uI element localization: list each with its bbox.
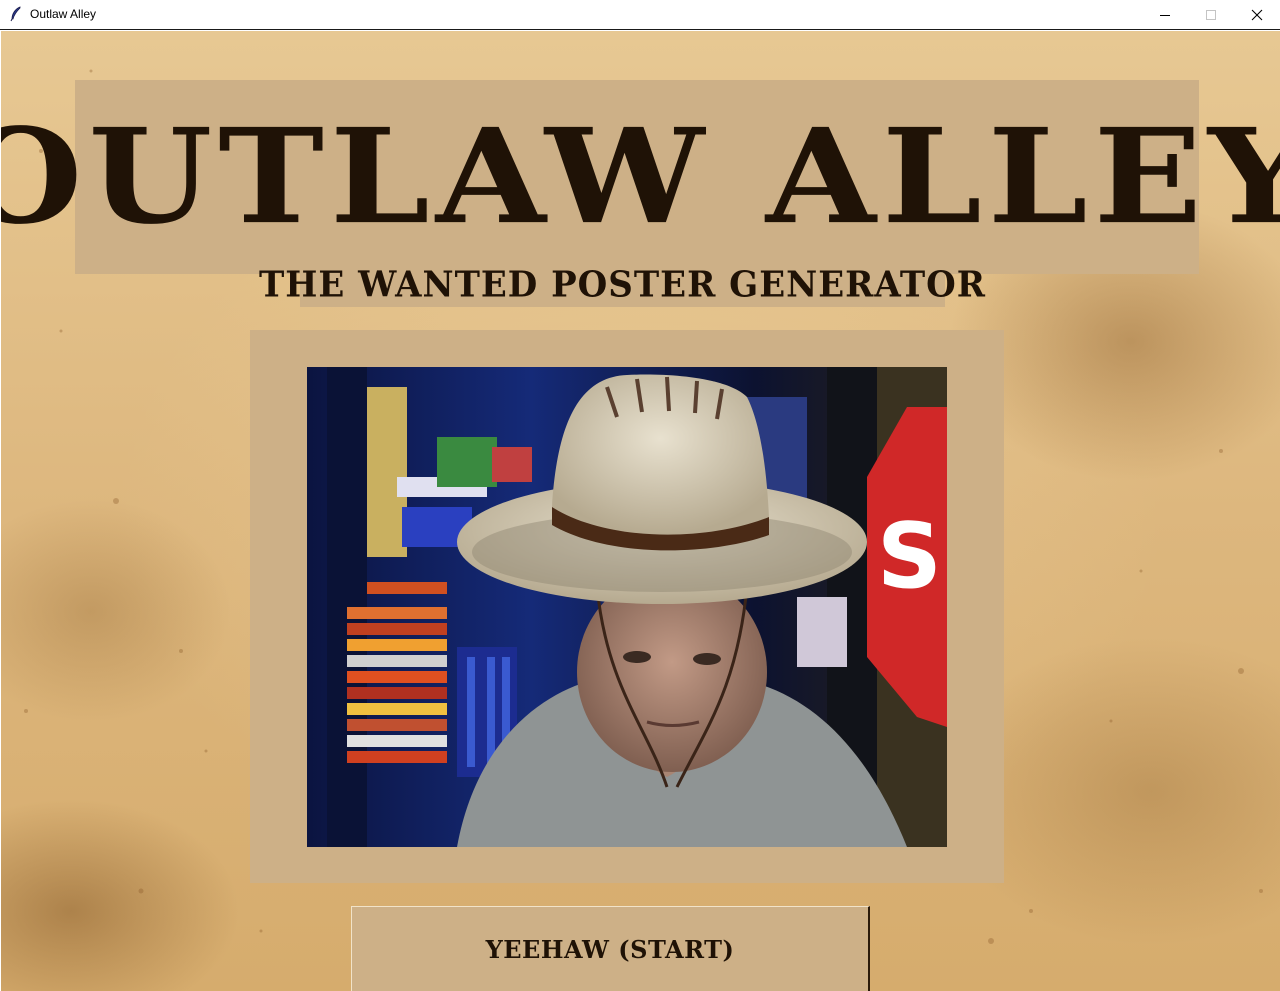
minimize-button[interactable] xyxy=(1142,0,1188,29)
camera-frame: S xyxy=(250,330,1004,883)
webcam-image: S xyxy=(307,367,947,847)
subtitle-banner: THE WANTED POSTER GENERATOR xyxy=(259,263,985,307)
app-title: OUTLAW ALLEY xyxy=(1,100,1280,254)
webcam-feed: S xyxy=(307,367,947,847)
close-icon xyxy=(1251,9,1263,20)
maximize-icon xyxy=(1206,9,1216,20)
poster-background: OUTLAW ALLEY THE WANTED POSTER GENERATOR xyxy=(1,31,1280,991)
start-button[interactable]: YEEHAW (START) xyxy=(351,906,870,991)
maximize-button[interactable] xyxy=(1188,0,1234,29)
title-banner: OUTLAW ALLEY xyxy=(1,80,1280,274)
minimize-icon xyxy=(1160,14,1170,16)
title-bar[interactable]: Outlaw Alley xyxy=(0,0,1280,30)
svg-text:S: S xyxy=(877,504,942,609)
app-window: Outlaw Alley OUTLAW ALLEY THE WANTED POS… xyxy=(0,0,1280,991)
app-subtitle: THE WANTED POSTER GENERATOR xyxy=(258,264,987,306)
start-button-label: YEEHAW (START) xyxy=(485,935,735,964)
window-title: Outlaw Alley xyxy=(30,7,97,21)
feather-icon xyxy=(10,6,21,22)
close-button[interactable] xyxy=(1234,0,1280,29)
